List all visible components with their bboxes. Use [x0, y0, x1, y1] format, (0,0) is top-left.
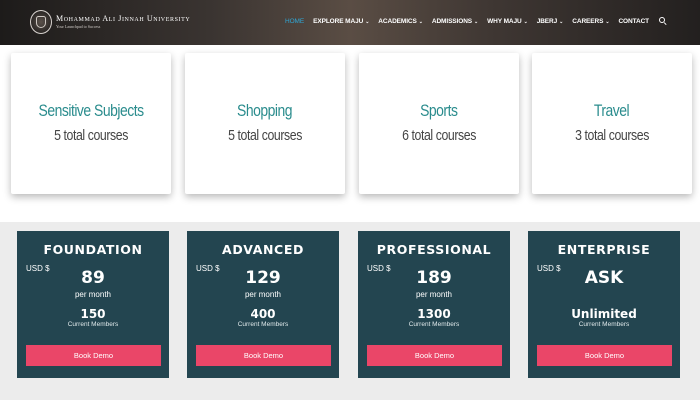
book-demo-button[interactable]: Book Demo: [367, 345, 502, 366]
plan-card-enterprise: ENTERPRISE USD $ ASK Unlimited Current M…: [528, 231, 680, 378]
plan-price: 89: [81, 268, 105, 288]
plan-name: ENTERPRISE: [557, 242, 651, 257]
plan-currency: USD $: [196, 264, 220, 273]
main-nav: HOME EXPLORE MAJU ⌄ ACADEMICS ⌄ ADMISSIONS…: [285, 17, 668, 26]
nav-contact[interactable]: CONTACT: [618, 18, 649, 25]
category-count: 3 total courses: [575, 127, 649, 144]
plan-members: Unlimited: [571, 307, 637, 321]
category-card-shopping[interactable]: Shopping 5 total courses: [185, 53, 345, 194]
category-title: Shopping: [237, 101, 293, 120]
chevron-down-icon: ⌄: [523, 18, 528, 25]
nav-academics-label: ACADEMICS: [378, 18, 417, 25]
category-count: 5 total courses: [54, 127, 128, 144]
chevron-down-icon: ⌄: [474, 18, 479, 25]
pricing-section: FOUNDATION USD $ 89 per month 150 Curren…: [0, 222, 700, 400]
nav-explore-maju[interactable]: EXPLORE MAJU ⌄: [313, 18, 369, 25]
logo-name: Mohammad Ali Jinnah University: [56, 14, 191, 23]
category-card-sensitive-subjects[interactable]: Sensitive Subjects 5 total courses: [11, 53, 171, 194]
chevron-down-icon: ⌄: [559, 18, 564, 25]
plan-members: 150: [80, 307, 106, 321]
nav-home-label: HOME: [285, 18, 305, 25]
nav-academics[interactable]: ACADEMICS ⌄: [378, 18, 423, 25]
nav-why-maju-label: WHY MAJU: [487, 18, 522, 25]
plan-name: ADVANCED: [222, 242, 304, 257]
university-logo[interactable]: Mohammad Ali Jinnah University Your Laun…: [30, 10, 190, 34]
plan-card-professional: PROFESSIONAL USD $ 189 per month 1300 Cu…: [358, 231, 510, 378]
nav-jberj[interactable]: JBERJ ⌄: [537, 18, 564, 25]
plan-name: PROFESSIONAL: [376, 242, 492, 257]
nav-jberj-label: JBERJ: [536, 18, 558, 25]
chevron-down-icon: ⌄: [418, 18, 423, 25]
plan-card-foundation: FOUNDATION USD $ 89 per month 150 Curren…: [17, 231, 169, 378]
plan-members-label: Current Members: [237, 321, 289, 328]
category-card-sports[interactable]: Sports 6 total courses: [359, 53, 519, 194]
plan-members: 1300: [417, 307, 451, 321]
plan-period: per month: [74, 290, 112, 299]
site-header: Mohammad Ali Jinnah University Your Laun…: [0, 0, 700, 45]
chevron-down-icon: ⌄: [365, 18, 370, 25]
crest-icon: [30, 10, 52, 34]
chevron-down-icon: ⌄: [605, 18, 610, 25]
nav-careers[interactable]: CAREERS ⌄: [572, 18, 609, 25]
plan-members: 400: [250, 307, 276, 321]
plan-price: 129: [245, 268, 281, 288]
nav-contact-label: CONTACT: [618, 18, 650, 25]
category-section: Sensitive Subjects 5 total courses Shopp…: [0, 45, 700, 222]
plan-members-label: Current Members: [408, 321, 460, 328]
book-demo-button[interactable]: Book Demo: [537, 345, 672, 366]
plan-card-advanced: ADVANCED USD $ 129 per month 400 Current…: [187, 231, 339, 378]
nav-why-maju[interactable]: WHY MAJU ⌄: [487, 18, 528, 25]
plan-currency: USD $: [537, 264, 561, 273]
plan-price: ASK: [584, 268, 624, 288]
search-icon[interactable]: [659, 17, 668, 26]
nav-careers-label: CAREERS: [572, 18, 604, 25]
category-title: Sports: [420, 101, 458, 120]
book-demo-button[interactable]: Book Demo: [196, 345, 331, 366]
nav-explore-maju-label: EXPLORE MAJU: [313, 18, 364, 25]
category-count: 6 total courses: [402, 127, 476, 144]
category-title: Sensitive Subjects: [38, 101, 144, 120]
nav-admissions-label: ADMISSIONS: [431, 18, 473, 25]
plan-period: per month: [415, 290, 453, 299]
nav-admissions[interactable]: ADMISSIONS ⌄: [432, 18, 478, 25]
nav-home[interactable]: HOME: [285, 18, 304, 25]
category-title: Travel: [594, 101, 630, 120]
plan-currency: USD $: [367, 264, 391, 273]
category-card-travel[interactable]: Travel 3 total courses: [532, 53, 692, 194]
book-demo-button[interactable]: Book Demo: [26, 345, 161, 366]
plan-currency: USD $: [26, 264, 50, 273]
logo-tagline: Your Launchpad to Success: [56, 24, 101, 29]
plan-price: 189: [416, 268, 452, 288]
plan-members-label: Current Members: [67, 321, 119, 328]
plan-period: per month: [244, 290, 282, 299]
plan-name: FOUNDATION: [43, 242, 143, 257]
category-count: 5 total courses: [228, 127, 302, 144]
plan-members-label: Current Members: [578, 321, 630, 328]
